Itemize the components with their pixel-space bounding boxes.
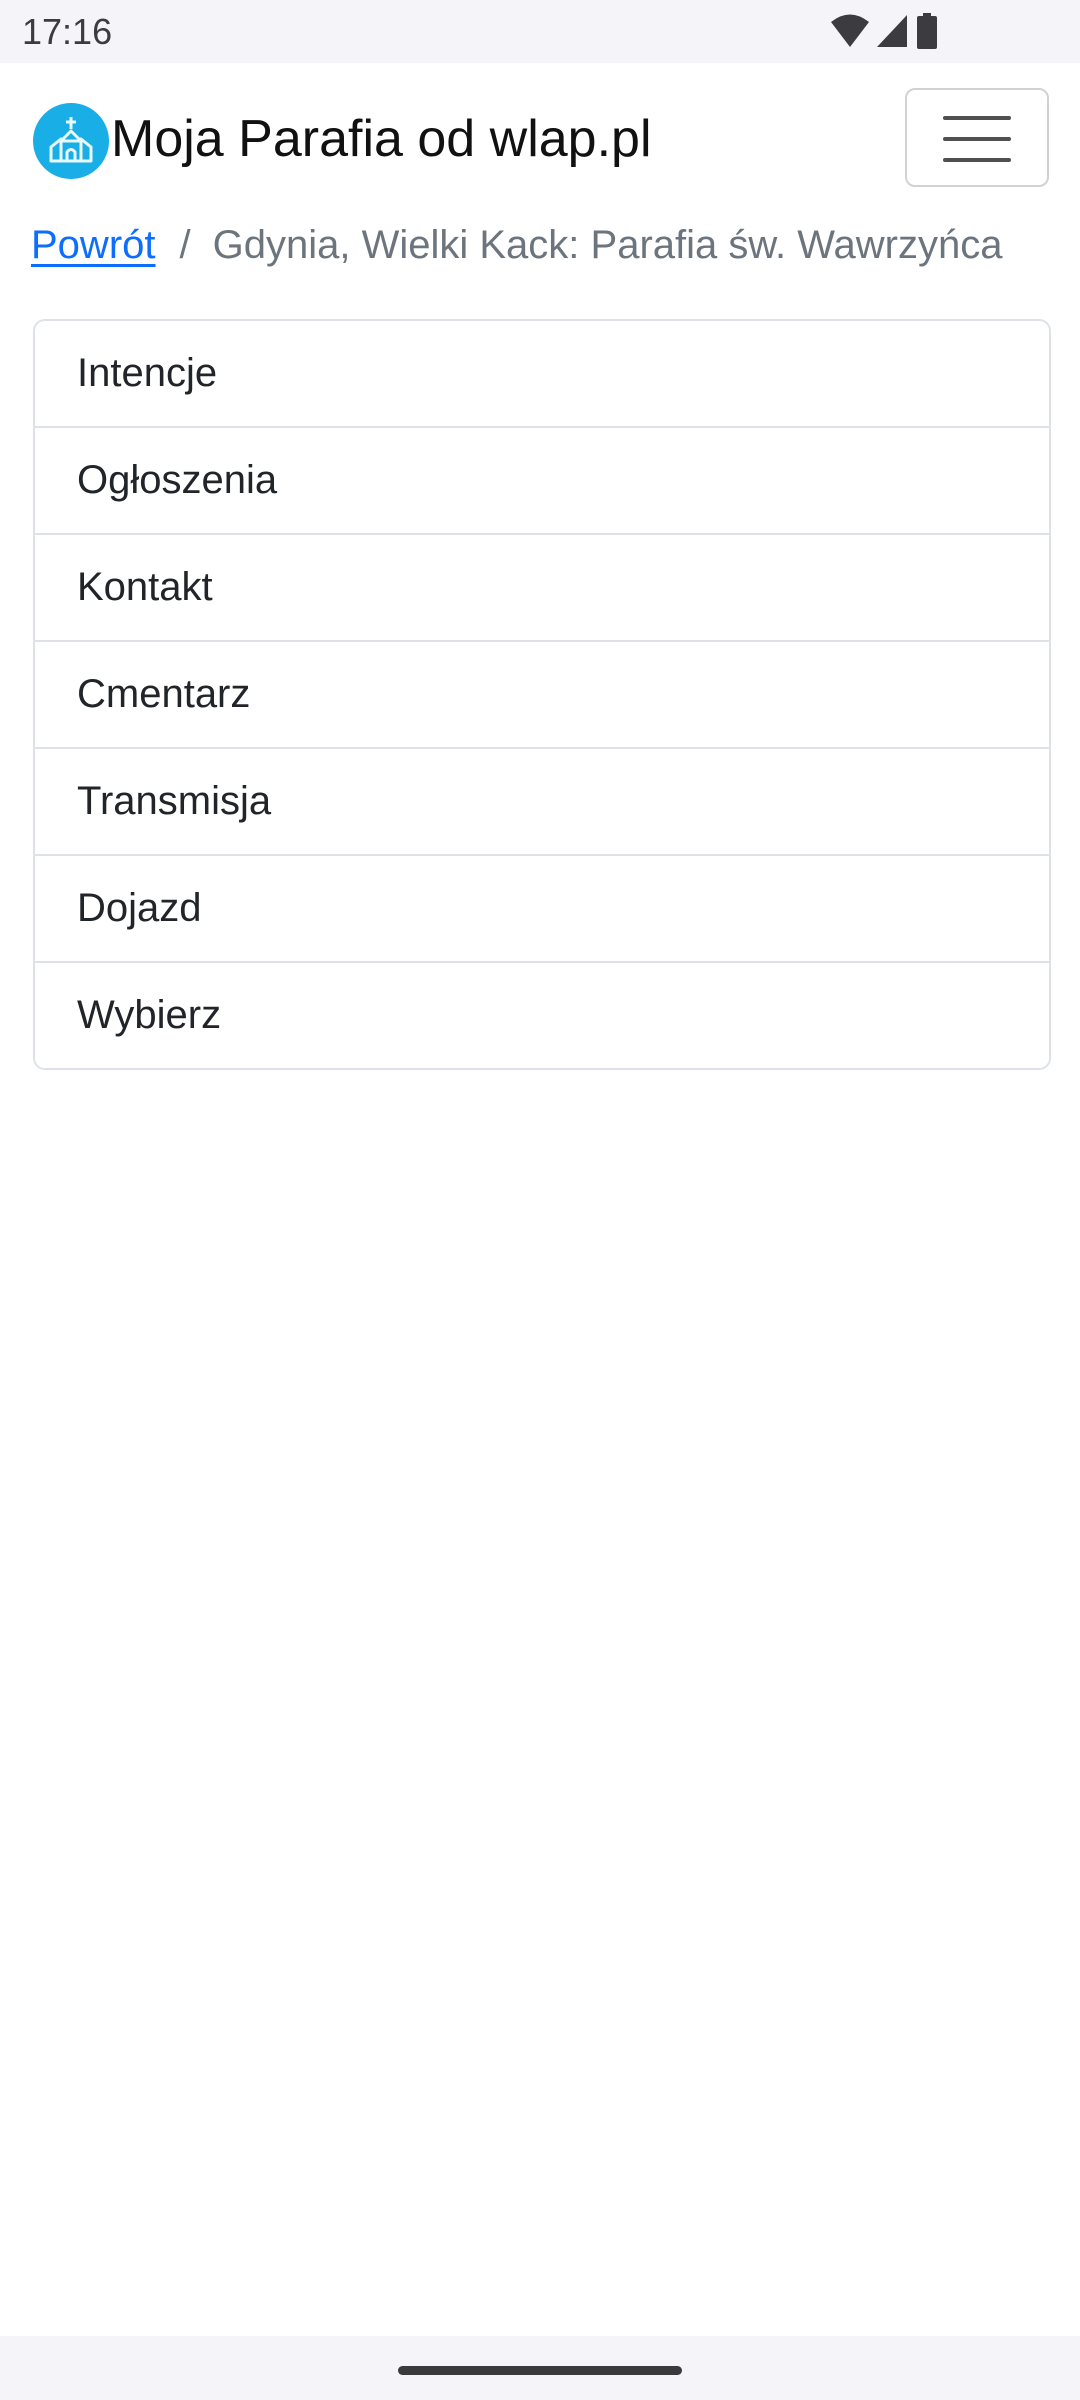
breadcrumb-separator: /	[179, 223, 191, 267]
back-link[interactable]: Powrót	[31, 223, 156, 267]
menu-item-intencje[interactable]: Intencje	[35, 321, 1049, 426]
menu-item-transmisja[interactable]: Transmisja	[35, 747, 1049, 854]
parish-menu-list: Intencje Ogłoszenia Kontakt Cmentarz Tra…	[33, 319, 1051, 1070]
app-title[interactable]: Moja Parafia od wlap.pl	[111, 107, 652, 171]
hamburger-menu-icon	[943, 116, 1011, 162]
signal-icon	[877, 15, 907, 47]
menu-item-ogloszenia[interactable]: Ogłoszenia	[35, 426, 1049, 533]
menu-item-dojazd[interactable]: Dojazd	[35, 854, 1049, 961]
system-navigation-bar	[0, 2336, 1080, 2400]
menu-item-kontakt[interactable]: Kontakt	[35, 533, 1049, 640]
wifi-icon	[831, 14, 869, 47]
status-bar: 17:16	[0, 0, 1080, 63]
menu-item-wybierz[interactable]: Wybierz	[35, 961, 1049, 1068]
menu-item-cmentarz[interactable]: Cmentarz	[35, 640, 1049, 747]
church-logo-icon[interactable]	[33, 103, 109, 179]
breadcrumb-current: Gdynia, Wielki Kack: Parafia św. Wawrzyń…	[212, 223, 1003, 267]
menu-toggle-button[interactable]	[905, 88, 1049, 187]
battery-icon	[917, 13, 937, 49]
home-gesture-handle[interactable]	[398, 2366, 682, 2375]
status-time: 17:16	[22, 11, 113, 52]
navbar: Moja Parafia od wlap.pl	[0, 63, 1080, 213]
breadcrumb: Powrót / Gdynia, Wielki Kack: Parafia św. …	[31, 218, 1003, 272]
